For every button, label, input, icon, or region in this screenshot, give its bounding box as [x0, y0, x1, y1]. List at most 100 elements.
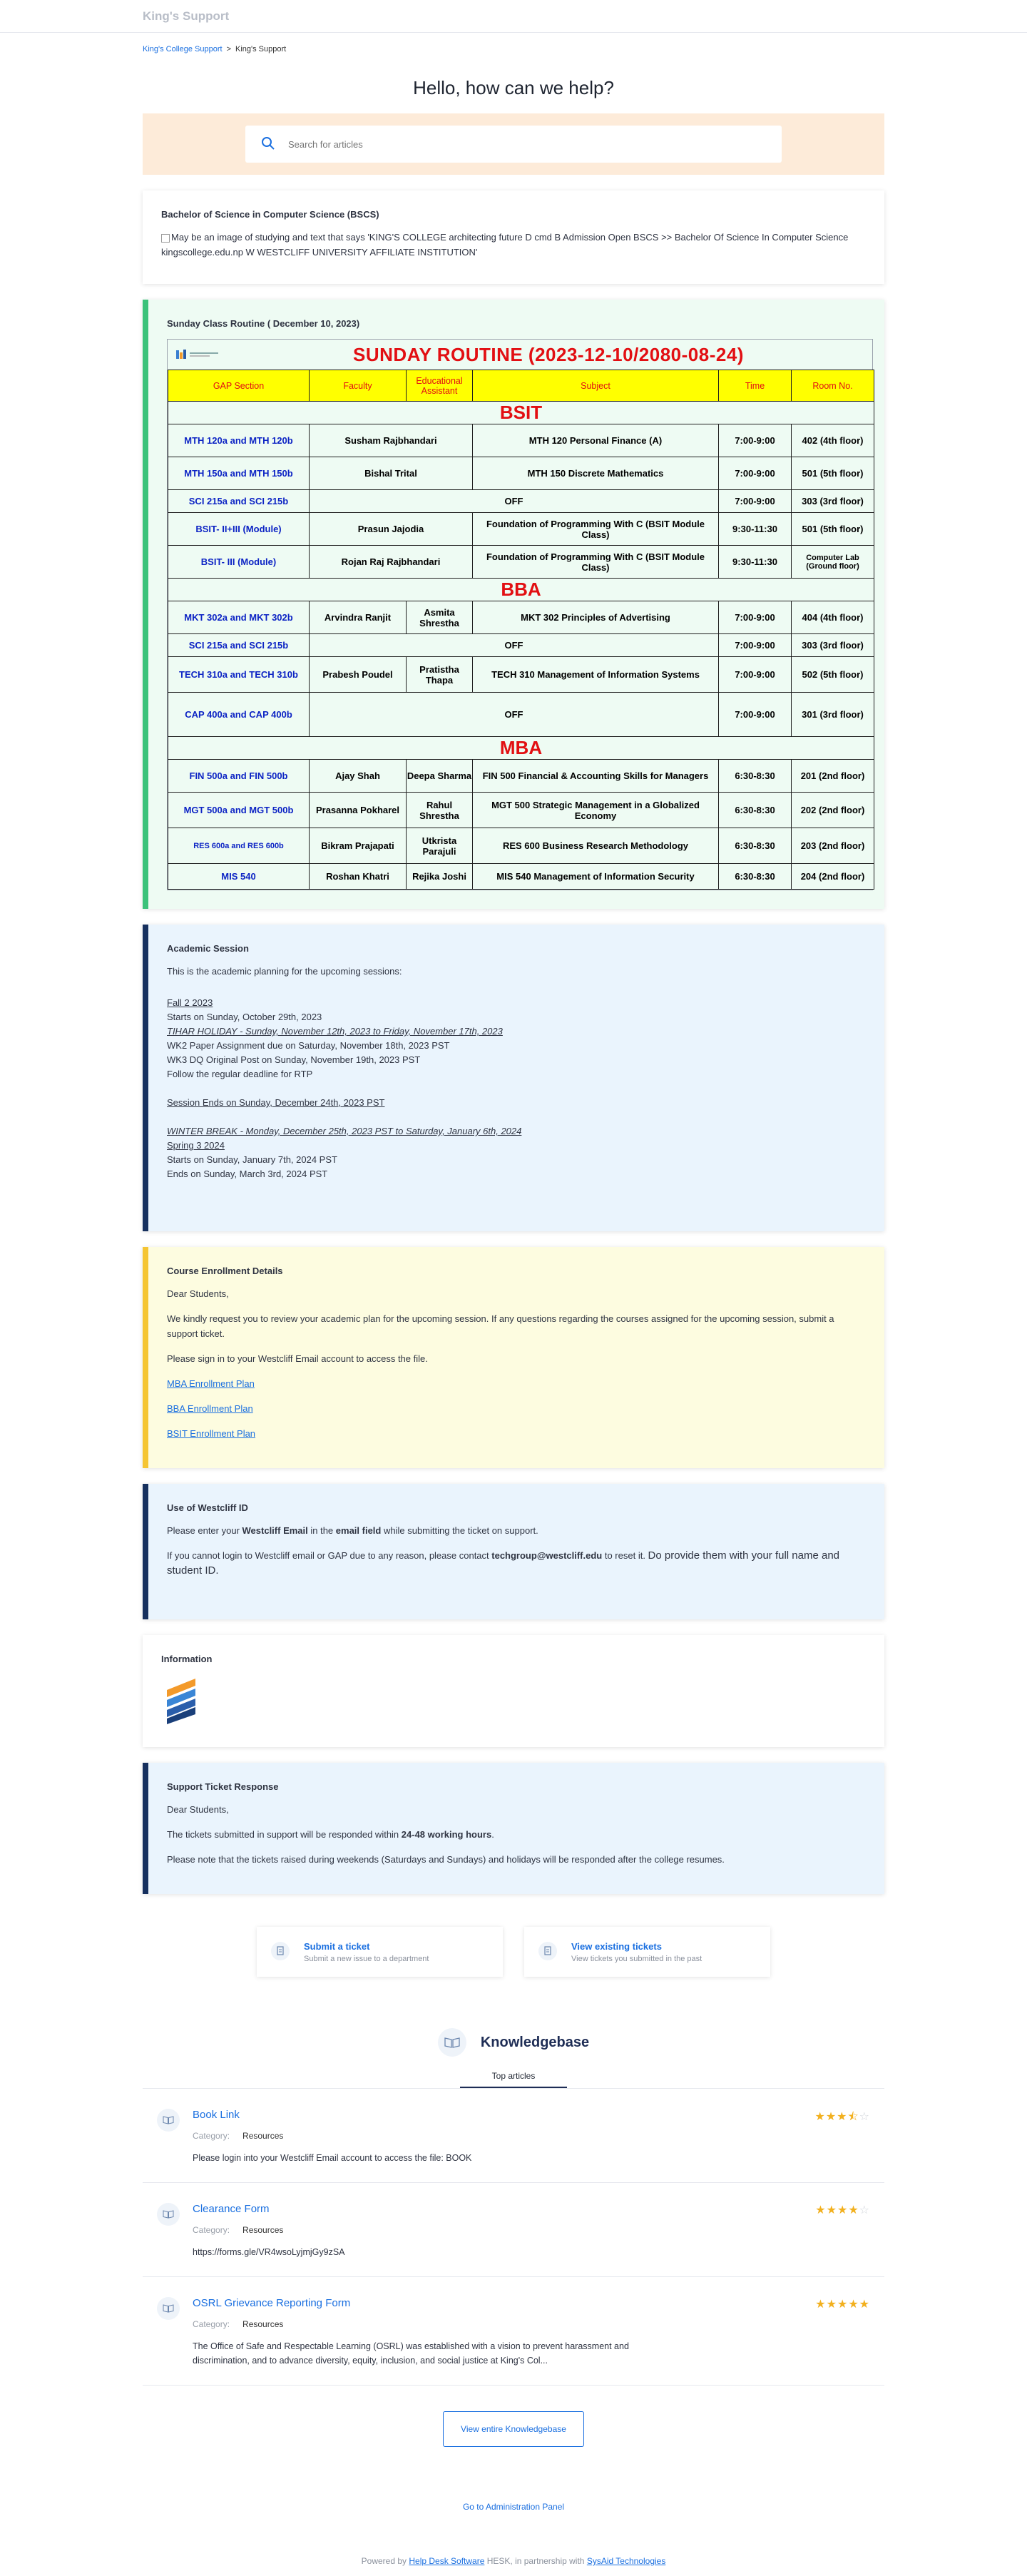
admin-panel-link[interactable]: Go to Administration Panel [463, 2502, 564, 2512]
ticket-response-greeting: Dear Students, [167, 1804, 229, 1815]
star-icon: ★ [814, 2111, 826, 2123]
header-gap-section: GAP Section [168, 370, 310, 402]
category-label: Category: [193, 2131, 230, 2141]
gap-section-cell: SCI 215a and SCI 215b [168, 489, 310, 513]
star-icon: ★ [837, 2111, 848, 2123]
bba-enrollment-link[interactable]: BBA Enrollment Plan [167, 1403, 253, 1414]
header-time: Time [718, 370, 792, 402]
time-cell: 6:30-8:30 [718, 792, 792, 828]
faculty-cell: Prasanna Pokharel [309, 792, 407, 828]
article-title-link[interactable]: Book Link [193, 2109, 240, 2121]
text: The tickets submitted in support will be… [167, 1829, 402, 1840]
search-input[interactable] [288, 138, 766, 150]
room-cell: 301 (3rd floor) [791, 692, 874, 737]
academic-title: Academic Session [167, 943, 249, 954]
enrollment-card: Course Enrollment Details Dear Students,… [143, 1247, 884, 1468]
gap-section-cell: BSIT- II+III (Module) [168, 512, 310, 546]
list-item: Book Link Category: Resources Please logi… [143, 2089, 884, 2183]
star-icon: ★ [837, 2298, 849, 2311]
section-row-bsit: BSIT [168, 401, 874, 424]
routine-header-row: GAP Section Faculty Educational Assistan… [168, 370, 874, 402]
footer-text: Powered by [361, 2556, 409, 2566]
room-cell: 404 (4th floor) [791, 601, 874, 634]
room-cell: 501 (5th floor) [791, 512, 874, 546]
table-row: TECH 310a and TECH 310b Prabesh Poudel P… [168, 656, 874, 693]
rating-stars: ★★★⯪☆ [814, 2109, 870, 2128]
section-label: MBA [168, 736, 874, 760]
time-cell: 6:30-8:30 [718, 828, 792, 864]
text-bold: email field [335, 1525, 382, 1536]
fall-start: Starts on Sunday, October 29th, 2023 [167, 1012, 322, 1022]
westcliff-title: Use of Westcliff ID [167, 1502, 248, 1513]
table-row: MTH 120a and MTH 120b Susham Rajbhandari… [168, 424, 874, 457]
room-cell: 202 (2nd floor) [791, 792, 874, 828]
section-label: BSIT [168, 401, 874, 424]
submit-ticket-button[interactable]: Submit a ticket Submit a new issue to a … [257, 1927, 503, 1977]
bsit-enrollment-link[interactable]: BSIT Enrollment Plan [167, 1428, 255, 1439]
search-box[interactable] [245, 126, 782, 163]
gap-section-cell: FIN 500a and FIN 500b [168, 759, 310, 793]
article-category: Category: Resources [193, 2319, 678, 2329]
room-cell: 501 (5th floor) [791, 457, 874, 490]
table-row: SCI 215a and SCI 215b OFF 7:00-9:00 303 … [168, 489, 874, 513]
gap-section-cell: MGT 500a and MGT 500b [168, 792, 310, 828]
article-title-link[interactable]: OSRL Grievance Reporting Form [193, 2297, 350, 2309]
table-row: RES 600a and RES 600b Bikram Prajapati U… [168, 828, 874, 864]
ticket-response-para1: The tickets submitted in support will be… [167, 1827, 866, 1842]
subject-cell: Foundation of Programming With C (BSIT M… [472, 512, 719, 546]
westcliff-logo-icon [161, 1674, 204, 1726]
bscs-image-alt-text: May be an image of studying and text tha… [161, 232, 849, 258]
rating-stars: ★★★★☆ [815, 2203, 870, 2217]
top-bar: King's Support [0, 0, 1027, 33]
bscs-card: Bachelor of Science in Computer Science … [143, 190, 884, 284]
time-cell: 7:00-9:00 [718, 656, 792, 693]
star-icon: ★ [826, 2204, 837, 2216]
category-label: Category: [193, 2225, 230, 2235]
star-icon: ★ [825, 2111, 837, 2123]
fall-title: Fall 2 2023 [167, 997, 213, 1008]
time-cell: 7:00-9:00 [718, 489, 792, 513]
time-cell: 9:30-11:30 [718, 545, 792, 579]
assistant-cell: Pratistha Thapa [406, 656, 473, 693]
gap-section-cell: MKT 302a and MKT 302b [168, 601, 310, 634]
breadcrumb-parent-link[interactable]: King's College Support [143, 45, 223, 54]
rtp-note: Follow the regular deadline for RTP [167, 1069, 313, 1079]
ticket-icon [538, 1941, 557, 1962]
gap-section-cell: RES 600a and RES 600b [168, 828, 310, 864]
brand-logo-text[interactable]: King's Support [143, 9, 229, 24]
star-icon: ⯪ [847, 2109, 859, 2123]
view-knowledgebase-button[interactable]: View entire Knowledgebase [443, 2411, 584, 2447]
bscs-image-alt: May be an image of studying and text tha… [161, 230, 866, 260]
room-cell: Computer Lab (Ground floor) [791, 545, 874, 579]
view-tickets-button[interactable]: View existing tickets View tickets you s… [524, 1927, 770, 1977]
table-row: MGT 500a and MGT 500b Prasanna Pokharel … [168, 792, 874, 828]
room-cell: 204 (2nd floor) [791, 863, 874, 890]
hesk-link[interactable]: Help Desk Software [409, 2556, 484, 2566]
table-row: CAP 400a and CAP 400b OFF 7:00-9:00 301 … [168, 692, 874, 737]
book-icon [437, 2028, 466, 2057]
table-row: SCI 215a and SCI 215b OFF 7:00-9:00 303 … [168, 633, 874, 657]
book-icon [157, 2109, 180, 2132]
faculty-cell: Bishal Trital [309, 457, 473, 490]
category-value: Resources [242, 2131, 284, 2141]
faculty-cell: Roshan Khatri [309, 863, 407, 890]
gap-section-cell: CAP 400a and CAP 400b [168, 692, 310, 737]
tab-top-articles[interactable]: Top articles [460, 2064, 567, 2088]
routine-card: Sunday Class Routine ( December 10, 2023… [143, 300, 884, 909]
article-title-link[interactable]: Clearance Form [193, 2203, 270, 2215]
category-value: Resources [242, 2319, 284, 2329]
star-icon: ☆ [859, 2111, 870, 2123]
westcliff-para1: Please enter your Westcliff Email in the… [167, 1523, 866, 1538]
star-icon: ★ [815, 2298, 827, 2311]
category-value: Resources [242, 2225, 284, 2235]
faculty-cell: Ajay Shah [309, 759, 407, 793]
enrollment-para2: Please sign in to your Westcliff Email a… [167, 1353, 428, 1364]
category-label: Category: [193, 2319, 230, 2329]
off-cell: OFF [309, 633, 719, 657]
time-cell: 6:30-8:30 [718, 759, 792, 793]
mba-enrollment-link[interactable]: MBA Enrollment Plan [167, 1378, 255, 1389]
broken-image-icon [161, 233, 170, 243]
search-icon[interactable] [261, 136, 275, 153]
sysaid-link[interactable]: SysAid Technologies [587, 2556, 666, 2566]
kb-tabs: Top articles [143, 2064, 884, 2088]
